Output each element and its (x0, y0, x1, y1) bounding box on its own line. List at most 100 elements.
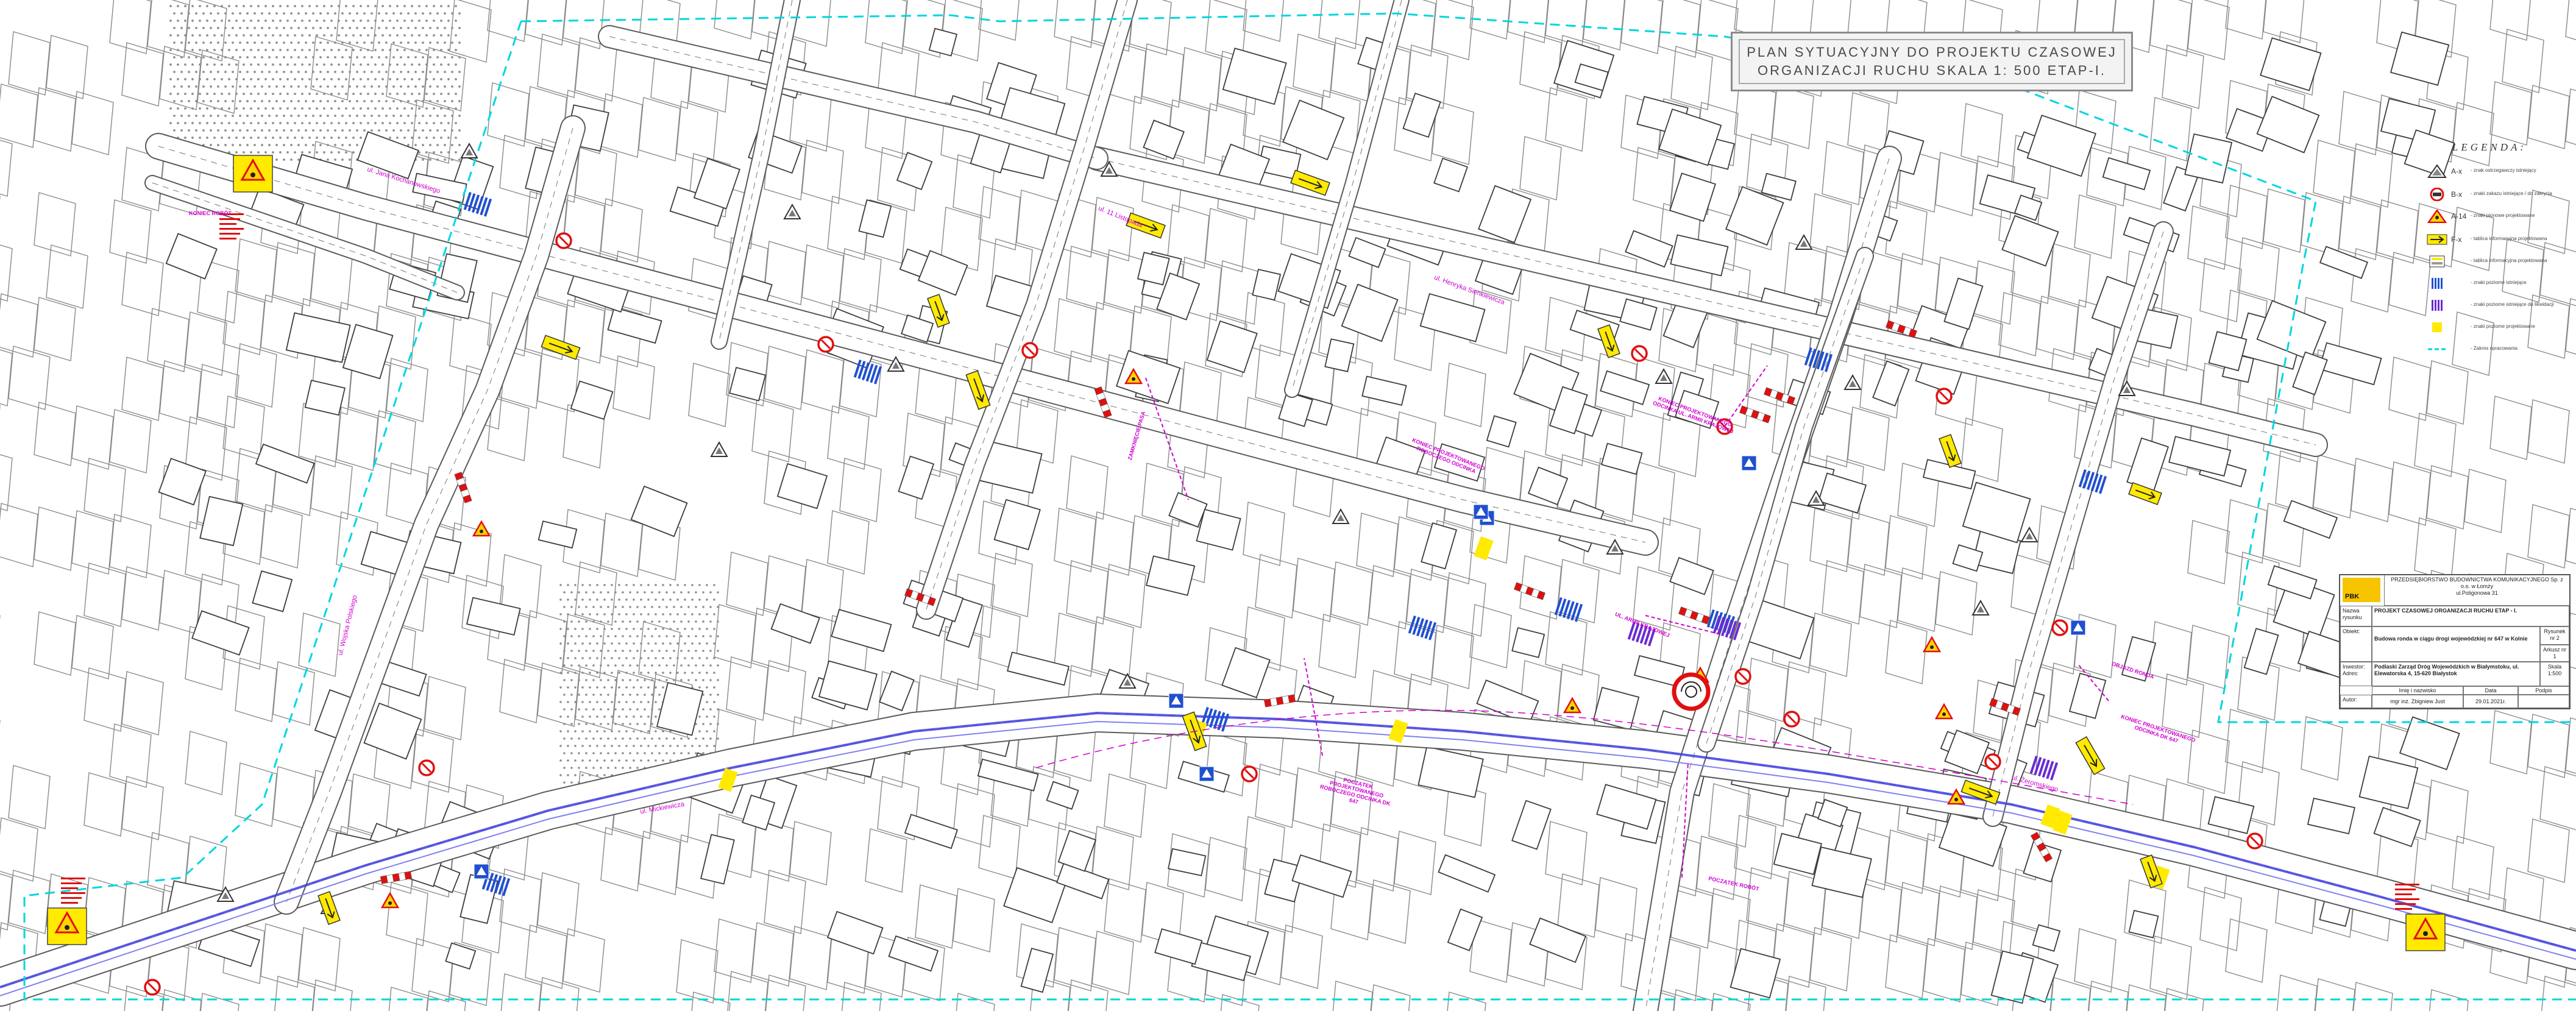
hatch-dot (596, 584, 598, 586)
hatch-dot (713, 745, 715, 747)
hatch-dot (607, 723, 609, 725)
hatch-dot (235, 34, 238, 37)
building (1730, 948, 1781, 999)
hatch-dot (574, 686, 577, 689)
detour-board-icon (1939, 434, 1962, 468)
hatch-dot (305, 85, 307, 88)
hatch-dot (647, 686, 650, 689)
hatch-dot (640, 686, 642, 689)
hatch-dot (180, 56, 183, 59)
hatch-dot (352, 34, 355, 37)
red-note-line (219, 233, 240, 235)
hatch-dot (436, 27, 439, 29)
hatch-dot (455, 151, 457, 154)
hatch-dot (254, 56, 256, 59)
annotation-magenta: KONIEC ROBÓT (189, 210, 232, 216)
hatch-dot (352, 63, 355, 66)
hatch-dot (246, 71, 249, 73)
hatch-dot (338, 5, 340, 7)
hatch-dot (600, 708, 602, 711)
parcel (789, 821, 832, 885)
hatch-dot (290, 115, 293, 117)
parcel (0, 454, 13, 511)
hatch-dot (301, 122, 303, 124)
hatch-dot (232, 12, 234, 15)
hatch-dot (614, 620, 617, 623)
hatch-dot (425, 20, 428, 22)
hatch-dot (706, 628, 708, 630)
hatch-dot (261, 144, 263, 146)
hatch-dot (600, 664, 602, 667)
hatch-dot (440, 122, 442, 124)
hatch-dot (574, 774, 577, 776)
red-note-line (219, 223, 236, 225)
hatch-dot (385, 71, 388, 73)
hatch-dot (665, 679, 668, 681)
construction-figure (250, 172, 255, 177)
hatch-dot (305, 27, 307, 29)
hatch-dot (169, 49, 172, 51)
hatch-dot (440, 63, 442, 66)
hatch-dot (403, 122, 406, 124)
hatch-dot (669, 642, 672, 645)
hatch-dot (440, 49, 442, 51)
hatch-dot (647, 759, 650, 762)
hatch-dot (312, 27, 314, 29)
roadworks-figure (1942, 712, 1946, 716)
hatch-dot (425, 93, 428, 95)
hatch-dot (633, 628, 635, 630)
hatch-dot (622, 737, 624, 740)
parcel (235, 238, 277, 303)
parcel (600, 827, 643, 892)
hatch-dot (323, 78, 325, 80)
hatch-dot (246, 115, 249, 117)
hatch-dot (581, 642, 584, 645)
hatch-dot (286, 34, 289, 37)
parcel (200, 993, 240, 1011)
hatch-dot (585, 620, 587, 623)
parcel (1444, 363, 1486, 427)
legend-desc: - znaki poziome projektowane (2471, 324, 2535, 329)
hatch-dot (436, 85, 439, 88)
hatch-dot (680, 620, 683, 623)
hatch-dot (316, 5, 318, 7)
hatch-dot (709, 620, 712, 623)
hatch-dot (305, 71, 307, 73)
parcel (2187, 625, 2230, 689)
hatch-dot (455, 5, 457, 7)
hatch-dot (581, 613, 584, 615)
roundabout-sign-icon (1672, 672, 1711, 711)
hatch-dot (614, 635, 617, 637)
building (191, 610, 250, 656)
hatch-dot (422, 144, 424, 146)
building (776, 463, 828, 509)
hatch-dot (184, 20, 186, 22)
parcel (0, 349, 13, 406)
hatch-dot (360, 63, 362, 66)
parcel (1746, 658, 1789, 722)
hatch-dot (323, 107, 325, 110)
hatch-dot (600, 767, 602, 769)
hatch-dot (567, 642, 569, 645)
parcel (2527, 399, 2570, 464)
hatch-dot (607, 708, 609, 711)
hatch-dot (444, 115, 446, 117)
parcel (185, 0, 227, 62)
hatch-dot (392, 129, 395, 132)
hatch-dot (662, 730, 664, 733)
hatch-dot (330, 78, 333, 80)
hatch-dot (272, 93, 274, 95)
hatch-dot (665, 620, 668, 623)
hatch-dot (173, 115, 176, 117)
hatch-dot (235, 151, 238, 154)
hatch-dot (717, 650, 719, 652)
parcel (46, 35, 88, 99)
hatch-dot (345, 122, 347, 124)
hatch-dot (570, 694, 573, 696)
parcel (1935, 571, 1978, 636)
parcel (34, 402, 76, 466)
hatch-dot (352, 151, 355, 154)
yellow-marking (1474, 536, 1494, 561)
hatch-dot (188, 100, 190, 102)
hatch-dot (458, 100, 461, 102)
